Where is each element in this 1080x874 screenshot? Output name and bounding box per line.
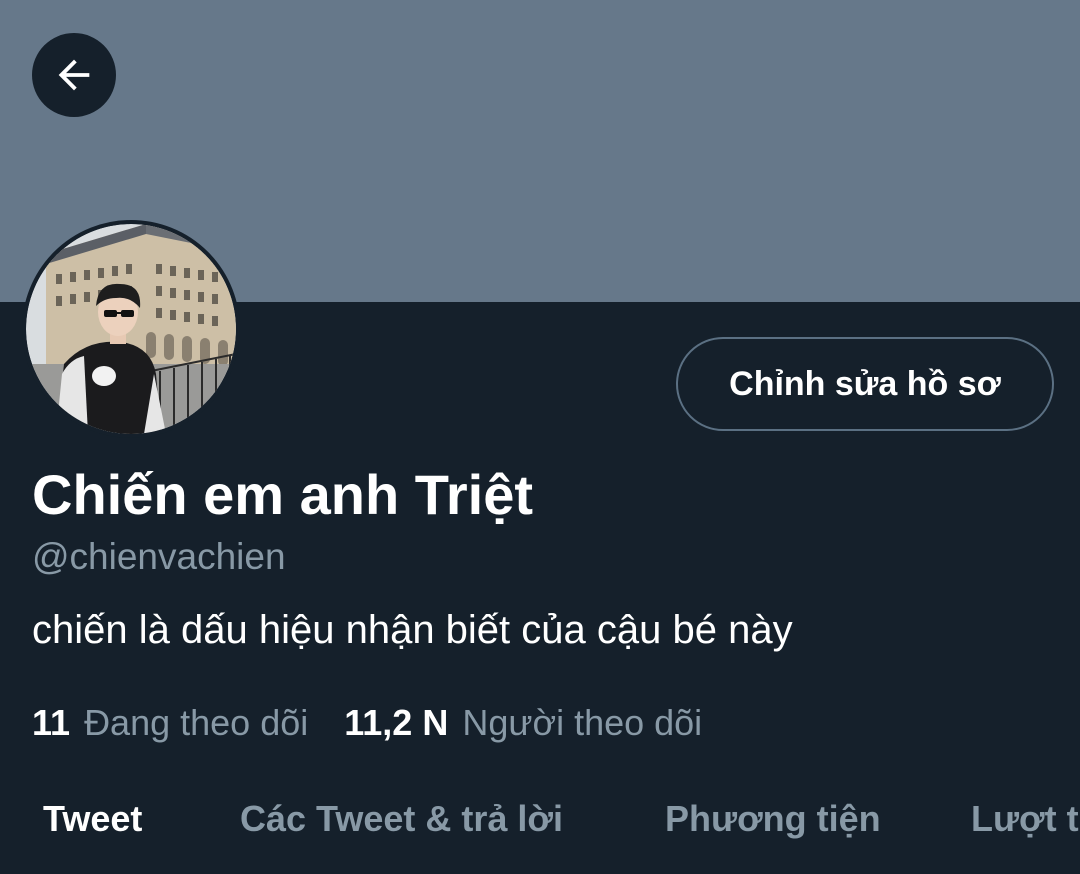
followers-link[interactable]: 11,2 N Người theo dõi: [344, 702, 702, 744]
followers-count: 11,2 N: [344, 702, 449, 743]
profile-tabs: Tweet Các Tweet & trả lời Phương tiện Lư…: [0, 790, 1080, 854]
avatar[interactable]: [22, 220, 240, 438]
profile-handle: @chienvachien: [32, 536, 286, 577]
edit-profile-button[interactable]: Chỉnh sửa hồ sơ: [676, 337, 1054, 431]
profile-bio: chiến là dấu hiệu nhận biết của cậu bé n…: [32, 608, 793, 652]
tab-likes[interactable]: Lượt thích: [971, 798, 1080, 840]
following-link[interactable]: 11 Đang theo dõi: [32, 702, 308, 744]
back-button[interactable]: [32, 33, 116, 117]
profile-stats: 11 Đang theo dõi 11,2 N Người theo dõi: [32, 700, 738, 746]
profile-display-name: Chiến em anh Triệt: [32, 463, 533, 526]
tab-tweets-and-replies[interactable]: Các Tweet & trả lời: [240, 798, 563, 840]
tab-media[interactable]: Phương tiện: [665, 798, 881, 840]
tab-tweets[interactable]: Tweet: [43, 798, 142, 840]
arrow-left-icon: [58, 59, 90, 91]
avatar-photo: [26, 224, 236, 434]
following-count: 11: [32, 702, 71, 743]
followers-label: Người theo dõi: [462, 702, 703, 743]
following-label: Đang theo dõi: [84, 702, 309, 743]
profile-screen: Chỉnh sửa hồ sơ Chiến em anh Triệt @chie…: [0, 0, 1080, 874]
